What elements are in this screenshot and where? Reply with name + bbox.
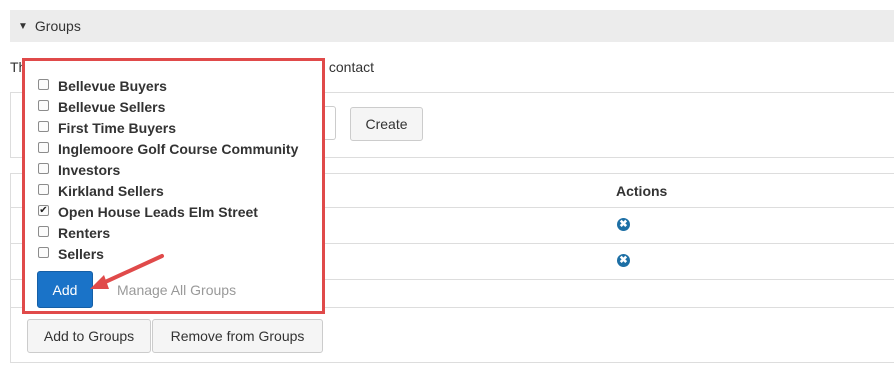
group-option-label: Inglemoore Golf Course Community	[58, 140, 299, 157]
group-option-label: Sellers	[58, 245, 104, 262]
groups-section-header[interactable]: ▼ Groups	[10, 10, 894, 42]
add-button[interactable]: Add	[37, 271, 93, 308]
group-option-label: First Time Buyers	[58, 119, 177, 136]
group-picker-dropdown: Bellevue Buyers Bellevue Sellers First T…	[22, 58, 325, 314]
group-option[interactable]: Kirkland Sellers	[25, 180, 298, 201]
group-option-label: Bellevue Sellers	[58, 98, 166, 115]
group-option[interactable]: Inglemoore Golf Course Community	[25, 138, 298, 159]
group-checkbox-checked[interactable]: ✔	[38, 205, 49, 216]
group-option[interactable]: First Time Buyers	[25, 117, 298, 138]
add-to-groups-button[interactable]: Add to Groups	[27, 319, 151, 353]
intro-text-tail: s contact	[318, 59, 375, 75]
group-checkbox-list: Bellevue Buyers Bellevue Sellers First T…	[25, 75, 298, 264]
group-option-label: Investors	[58, 161, 121, 178]
chevron-down-icon: ▼	[18, 20, 28, 32]
group-option[interactable]: Sellers	[25, 243, 298, 264]
group-option-label: Bellevue Buyers	[58, 77, 167, 94]
group-checkbox[interactable]	[38, 226, 49, 237]
create-button[interactable]: Create	[350, 107, 423, 141]
group-checkbox[interactable]	[38, 121, 49, 132]
group-checkbox[interactable]	[38, 184, 49, 195]
group-option-label: Open House Leads Elm Street	[58, 203, 258, 220]
group-checkbox[interactable]	[38, 79, 49, 90]
group-option-label: Renters	[58, 224, 111, 241]
group-option[interactable]: Renters	[25, 222, 298, 243]
remove-row-icon[interactable]: ✖	[617, 254, 630, 267]
group-checkbox[interactable]	[38, 142, 49, 153]
group-option[interactable]: Bellevue Buyers	[25, 75, 298, 96]
manage-all-groups-link[interactable]: Manage All Groups	[117, 282, 236, 298]
group-checkbox[interactable]	[38, 247, 49, 258]
group-checkbox[interactable]	[38, 163, 49, 174]
group-checkbox[interactable]	[38, 100, 49, 111]
group-option[interactable]: ✔ Open House Leads Elm Street	[25, 201, 298, 222]
group-option[interactable]: Bellevue Sellers	[25, 96, 298, 117]
actions-column-header: Actions	[616, 183, 668, 199]
section-title: Groups	[34, 18, 81, 34]
remove-row-icon[interactable]: ✖	[617, 218, 630, 231]
group-option[interactable]: Investors	[25, 159, 298, 180]
group-option-label: Kirkland Sellers	[58, 182, 164, 199]
remove-from-groups-button[interactable]: Remove from Groups	[152, 319, 323, 353]
